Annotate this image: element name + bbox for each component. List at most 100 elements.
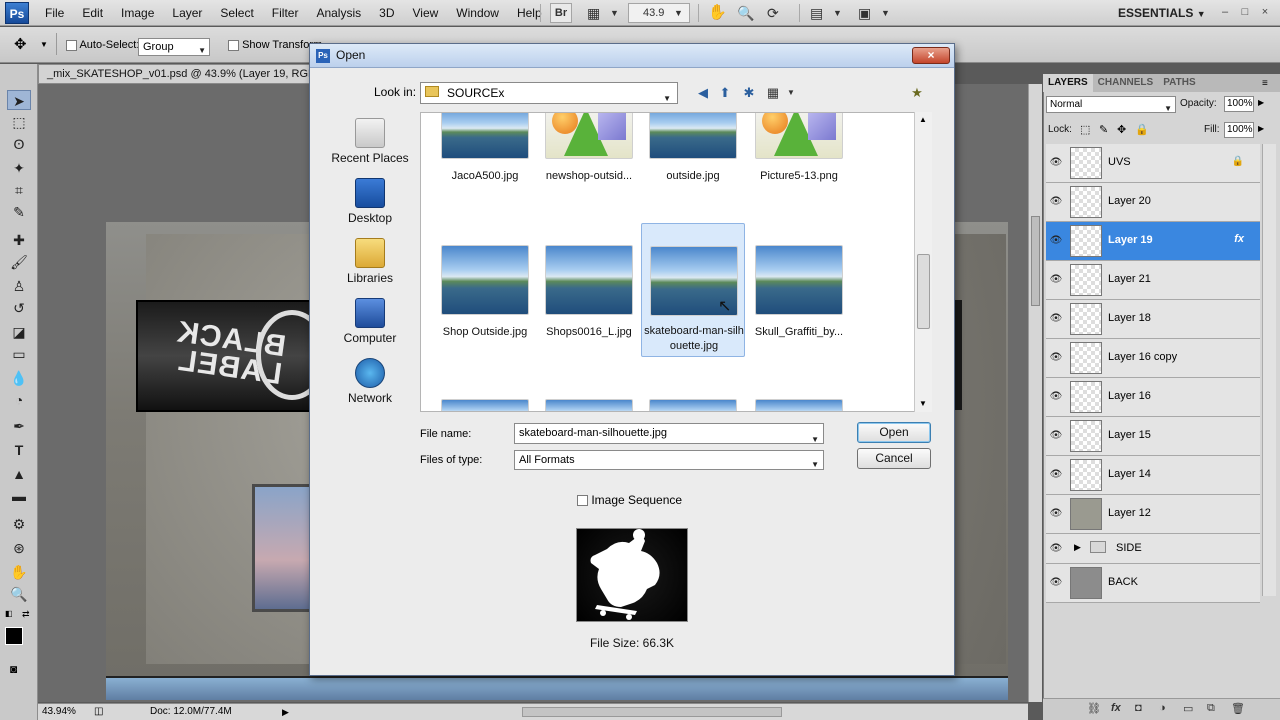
- file-thumbnail[interactable]: [545, 399, 633, 411]
- type-tool-icon[interactable]: T: [7, 440, 31, 460]
- fill-field[interactable]: 100%: [1224, 122, 1254, 138]
- lock-all-icon[interactable]: 🔒: [1135, 123, 1149, 136]
- layer-row[interactable]: 👁 Layer 14: [1046, 456, 1260, 495]
- auto-select-checkbox[interactable]: [66, 39, 77, 51]
- 3d-rotate-tool-icon[interactable]: ⚙: [7, 514, 31, 534]
- file-item[interactable]: Shops0016_L.jpg: [537, 223, 641, 357]
- tab-layers[interactable]: LAYERS: [1043, 74, 1093, 92]
- new-folder-icon[interactable]: ✱: [740, 84, 758, 102]
- quick-mask-icon[interactable]: ◙: [10, 662, 17, 676]
- bridge-button[interactable]: Br: [550, 3, 572, 23]
- place-computer[interactable]: Computer: [330, 296, 410, 352]
- back-icon[interactable]: ◀: [694, 84, 712, 102]
- chevron-down-icon[interactable]: ▼: [833, 4, 842, 22]
- layer-row[interactable]: 👁 Layer 16 copy: [1046, 339, 1260, 378]
- menu-select[interactable]: Select: [211, 0, 262, 26]
- visibility-eye-icon[interactable]: 👁: [1049, 542, 1063, 556]
- place-network[interactable]: Network: [330, 356, 410, 412]
- move-tool-icon[interactable]: ➤: [7, 90, 31, 110]
- menu-3d[interactable]: 3D: [370, 0, 403, 26]
- auto-select-dropdown[interactable]: Group ▼: [138, 38, 210, 56]
- layers-scrollbar[interactable]: [1262, 144, 1276, 596]
- brush-tool-icon[interactable]: 🖌: [7, 252, 31, 272]
- minimize-icon[interactable]: –: [1218, 5, 1232, 19]
- blur-tool-icon[interactable]: 💧: [7, 368, 31, 388]
- history-brush-tool-icon[interactable]: ↺: [7, 298, 31, 318]
- link-layers-icon[interactable]: ⛓: [1087, 702, 1101, 715]
- visibility-eye-icon[interactable]: 👁: [1049, 468, 1063, 482]
- file-thumbnail[interactable]: [441, 399, 529, 411]
- visibility-eye-icon[interactable]: 👁: [1049, 507, 1063, 521]
- scroll-down-icon[interactable]: ▼: [919, 399, 927, 408]
- maximize-icon[interactable]: □: [1238, 5, 1252, 19]
- file-item-selected[interactable]: skateboard-man-silhouette.jpg: [641, 223, 745, 357]
- tab-paths[interactable]: PATHS: [1158, 74, 1200, 92]
- arrange-documents-icon[interactable]: ▤: [810, 4, 823, 22]
- file-list-scrollbar[interactable]: ▲ ▼: [914, 112, 932, 412]
- visibility-eye-icon[interactable]: 👁: [1049, 429, 1063, 443]
- expand-arrow-icon[interactable]: ▶: [1074, 542, 1081, 553]
- crop-tool-icon[interactable]: ⌗: [7, 180, 31, 200]
- spot-healing-tool-icon[interactable]: ✚: [7, 230, 31, 250]
- layer-row[interactable]: 👁 UVS 🔒: [1046, 144, 1260, 183]
- tab-channels[interactable]: CHANNELS: [1093, 74, 1159, 92]
- chevron-down-icon[interactable]: ▼: [610, 4, 619, 22]
- zoom-icon[interactable]: 🔍: [737, 4, 754, 22]
- pen-tool-icon[interactable]: ✒: [7, 416, 31, 436]
- menu-edit[interactable]: Edit: [73, 0, 112, 26]
- look-in-dropdown[interactable]: SOURCEx ▼: [420, 82, 678, 104]
- hand-tool-icon[interactable]: ✋: [7, 562, 31, 582]
- menu-layer[interactable]: Layer: [163, 0, 211, 26]
- visibility-eye-icon[interactable]: 👁: [1049, 195, 1063, 209]
- add-mask-icon[interactable]: ◘: [1135, 702, 1142, 714]
- image-sequence-option[interactable]: Image Sequence: [577, 493, 682, 507]
- visibility-eye-icon[interactable]: 👁: [1049, 576, 1063, 590]
- place-desktop[interactable]: Desktop: [330, 176, 410, 232]
- opacity-slider-arrow-icon[interactable]: ▶: [1258, 98, 1264, 107]
- hand-tool-icon[interactable]: ✋: [708, 4, 727, 22]
- default-colors-icon[interactable]: ◧: [5, 609, 13, 618]
- eraser-tool-icon[interactable]: ◪: [7, 322, 31, 342]
- gradient-tool-icon[interactable]: ▭: [7, 344, 31, 364]
- auto-select-option[interactable]: Auto-Select:: [66, 39, 139, 51]
- view-menu-icon[interactable]: ▦: [764, 84, 782, 102]
- chevron-down-icon[interactable]: ▼: [40, 40, 48, 49]
- workspace-switcher[interactable]: ESSENTIALS ▼: [1118, 0, 1206, 27]
- file-item[interactable]: Skull_Graffiti_by...: [747, 223, 851, 357]
- zoom-dropdown-icon[interactable]: ▼: [674, 4, 683, 22]
- panel-menu-icon[interactable]: ≡: [1262, 78, 1268, 89]
- zoom-tool-icon[interactable]: 🔍: [7, 584, 31, 604]
- canvas-horizontal-scrollbar[interactable]: [522, 707, 782, 717]
- document-tab[interactable]: _mix_SKATESHOP_v01.psd @ 43.9% (Layer 19…: [38, 64, 328, 84]
- canvas-scroll-thumb[interactable]: [1031, 216, 1040, 306]
- file-item[interactable]: Picture5-13.png: [747, 113, 851, 193]
- files-of-type-dropdown[interactable]: All Formats ▼: [514, 450, 824, 470]
- 3d-orbit-tool-icon[interactable]: ⊛: [7, 538, 31, 558]
- new-layer-icon[interactable]: ⧉: [1207, 702, 1215, 715]
- visibility-eye-icon[interactable]: 👁: [1049, 351, 1063, 365]
- menu-file[interactable]: File: [36, 0, 73, 26]
- file-item[interactable]: newshop-outsid...: [537, 113, 641, 193]
- file-item[interactable]: Shop Outside.jpg: [433, 223, 537, 357]
- marquee-tool-icon[interactable]: ⬚: [7, 112, 31, 132]
- layer-row-selected[interactable]: 👁 Layer 19 fx: [1046, 222, 1260, 261]
- file-item[interactable]: JacoA500.jpg: [433, 113, 537, 193]
- visibility-eye-icon[interactable]: 👁: [1049, 156, 1063, 170]
- canvas-vertical-scrollbar[interactable]: [1028, 84, 1042, 702]
- rotate-view-icon[interactable]: ⟳: [767, 4, 779, 22]
- status-zoom[interactable]: 43.94%: [42, 704, 76, 720]
- magic-wand-tool-icon[interactable]: ✦: [7, 158, 31, 178]
- chevron-down-icon[interactable]: ▼: [881, 4, 890, 22]
- file-item[interactable]: outside.jpg: [641, 113, 745, 193]
- clone-stamp-tool-icon[interactable]: ♙: [7, 276, 31, 296]
- swap-colors-icon[interactable]: ⇄: [22, 609, 30, 620]
- menu-filter[interactable]: Filter: [263, 0, 308, 26]
- show-transform-checkbox[interactable]: [228, 39, 239, 51]
- visibility-eye-icon[interactable]: 👁: [1049, 312, 1063, 326]
- close-icon[interactable]: ×: [1258, 5, 1272, 19]
- file-thumbnail[interactable]: [649, 399, 737, 411]
- menu-analysis[interactable]: Analysis: [307, 0, 370, 26]
- up-folder-icon[interactable]: ⬆: [716, 84, 734, 102]
- dodge-tool-icon[interactable]: ◔: [7, 390, 31, 410]
- file-list[interactable]: JacoA500.jpg newshop-outsid... outside.j…: [420, 112, 932, 412]
